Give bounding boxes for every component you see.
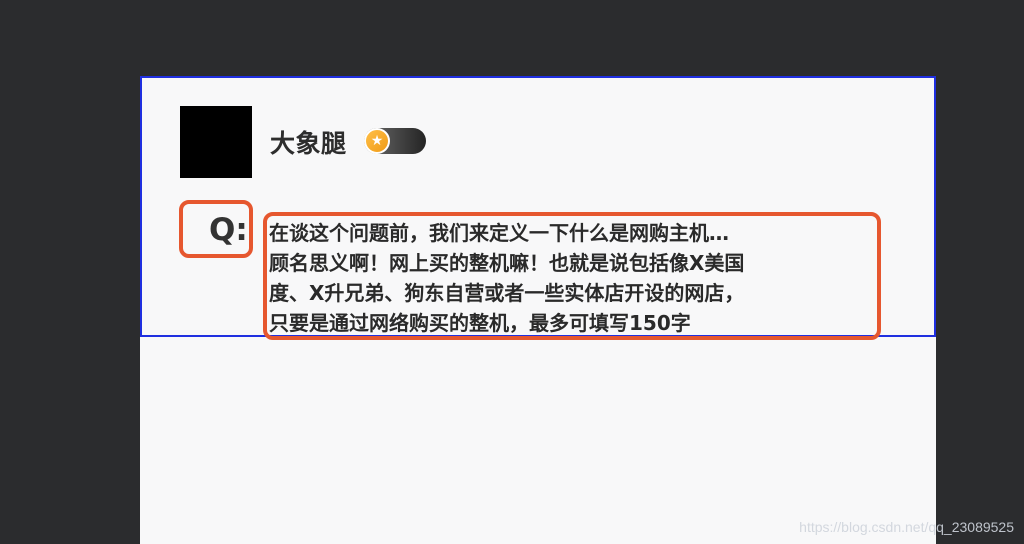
star-medal-icon: ★ <box>364 128 390 154</box>
qa-card: 大象腿 ★ Q: 在谈这个问题前，我们来定义一下什么是网购主机… 顾名思义啊！网… <box>140 76 936 340</box>
question-label: Q: <box>209 212 248 248</box>
username[interactable]: 大象腿 <box>270 124 347 160</box>
watermark: https://blog.csdn.net/qq_23089525 <box>799 519 1014 535</box>
avatar[interactable] <box>180 106 252 178</box>
user-badge: ★ <box>364 128 426 154</box>
answer-text: 在谈这个问题前，我们来定义一下什么是网购主机… 顾名思义啊！网上买的整机嘛！也就… <box>269 221 745 335</box>
